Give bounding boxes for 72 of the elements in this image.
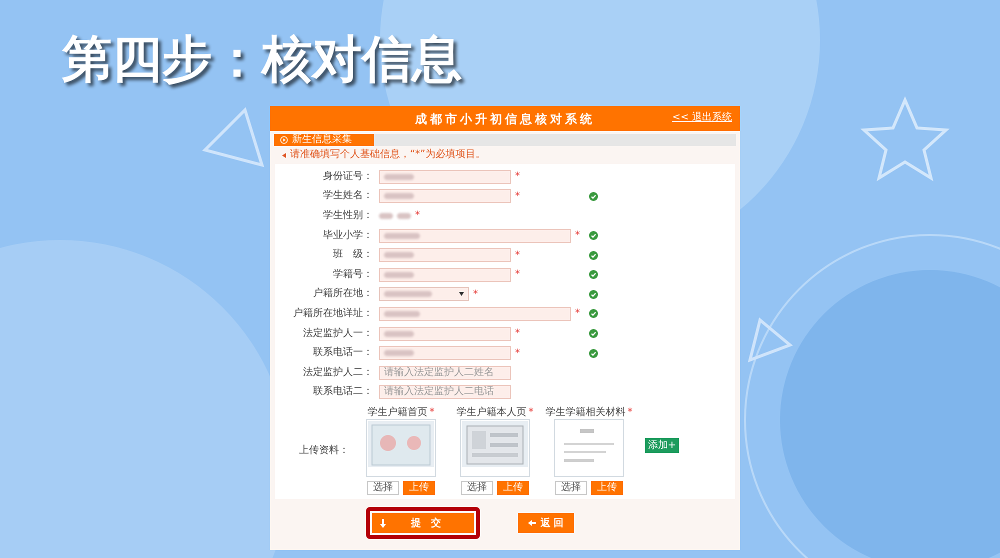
field-label: 学籍号： bbox=[332, 270, 374, 280]
placeholder-text: 请输入法定监护人二电话 bbox=[384, 387, 494, 398]
blurred-value bbox=[384, 291, 432, 298]
required-mark: * bbox=[515, 170, 520, 184]
upload-title: 学生户籍首页 bbox=[368, 406, 428, 420]
blurred-value bbox=[384, 272, 414, 278]
down-arrow-icon bbox=[380, 518, 386, 528]
input-field[interactable]: 请输入法定监护人二电话 bbox=[379, 385, 511, 400]
logout-link[interactable]: << 退出系统 bbox=[672, 113, 732, 123]
required-mark: * bbox=[515, 190, 520, 204]
slide-title: 第四步：核对信息 bbox=[61, 29, 463, 90]
input-field[interactable] bbox=[379, 306, 571, 321]
blurred-value bbox=[384, 252, 414, 258]
field-label: 法定监护人二： bbox=[302, 368, 374, 378]
placeholder-text: 请输入法定监护人二姓名 bbox=[384, 368, 494, 378]
field-label: 法定监护人一： bbox=[302, 328, 374, 339]
input-field[interactable] bbox=[379, 326, 511, 341]
blurred-value bbox=[384, 174, 414, 180]
blurred-value bbox=[384, 310, 420, 317]
blurred-value bbox=[384, 232, 420, 239]
dropdown-caret-icon bbox=[459, 292, 464, 296]
field-label: 户籍所在地详址： bbox=[292, 308, 374, 319]
input-field[interactable] bbox=[379, 346, 511, 360]
blurred-value bbox=[384, 350, 414, 356]
notice-text: 请准确填写个人基础信息，“*”为必填项目。 bbox=[290, 150, 486, 160]
field-label: 学生性别： bbox=[322, 210, 374, 221]
section-tab[interactable]: 新生信息采集 bbox=[274, 134, 374, 146]
required-mark: * bbox=[528, 406, 534, 420]
blurred-value bbox=[384, 330, 414, 337]
input-field[interactable] bbox=[379, 170, 511, 184]
upload-title: 学生户籍本人页 bbox=[456, 406, 526, 420]
field-label: 身份证号： bbox=[322, 172, 374, 182]
upload-button[interactable]: 上传 bbox=[591, 481, 623, 496]
blurred-value bbox=[379, 212, 393, 219]
triangle-icon bbox=[282, 152, 286, 158]
required-mark: * bbox=[430, 406, 434, 420]
choose-button[interactable]: 选择 bbox=[367, 481, 399, 496]
field-label: 户籍所在地： bbox=[312, 289, 374, 300]
input-field[interactable]: 请输入法定监护人二姓名 bbox=[379, 366, 511, 380]
left-arrow-icon bbox=[528, 520, 536, 526]
upload-button[interactable]: 上传 bbox=[403, 481, 435, 496]
submit-button[interactable]: 提 交 bbox=[372, 513, 474, 534]
required-mark: * bbox=[415, 209, 420, 224]
field-label: 联系电话一： bbox=[312, 348, 374, 358]
upload-button[interactable]: 上传 bbox=[497, 481, 529, 496]
required-mark: * bbox=[575, 229, 580, 244]
required-mark: * bbox=[515, 248, 520, 263]
required-mark: * bbox=[473, 288, 478, 302]
required-mark: * bbox=[515, 268, 520, 282]
upload-title: 学生学籍相关材料 bbox=[546, 406, 626, 420]
select-field[interactable] bbox=[379, 287, 469, 302]
input-field[interactable] bbox=[379, 248, 511, 262]
required-mark: * bbox=[515, 327, 520, 342]
required-mark: * bbox=[515, 346, 520, 361]
blurred-value bbox=[384, 193, 414, 200]
system-title: 成都市小升初信息核对系统 bbox=[415, 110, 595, 128]
required-mark: * bbox=[575, 307, 580, 322]
play-icon bbox=[280, 136, 288, 144]
choose-button[interactable]: 选择 bbox=[555, 481, 587, 496]
choose-button[interactable]: 选择 bbox=[461, 481, 493, 496]
field-label: 班 级： bbox=[332, 250, 374, 260]
field-label: 联系电话二： bbox=[312, 387, 374, 398]
add-button[interactable]: 添加+ bbox=[645, 438, 679, 454]
blurred-value bbox=[397, 212, 411, 219]
back-button[interactable]: 返 回 bbox=[518, 513, 574, 534]
input-field[interactable] bbox=[379, 189, 511, 204]
field-label: 学生姓名： bbox=[322, 191, 374, 202]
input-field[interactable] bbox=[379, 268, 511, 282]
field-label: 上传资料： bbox=[298, 444, 350, 458]
input-field[interactable] bbox=[379, 228, 571, 243]
field-label: 毕业小学： bbox=[322, 230, 374, 241]
required-mark: * bbox=[628, 406, 632, 420]
